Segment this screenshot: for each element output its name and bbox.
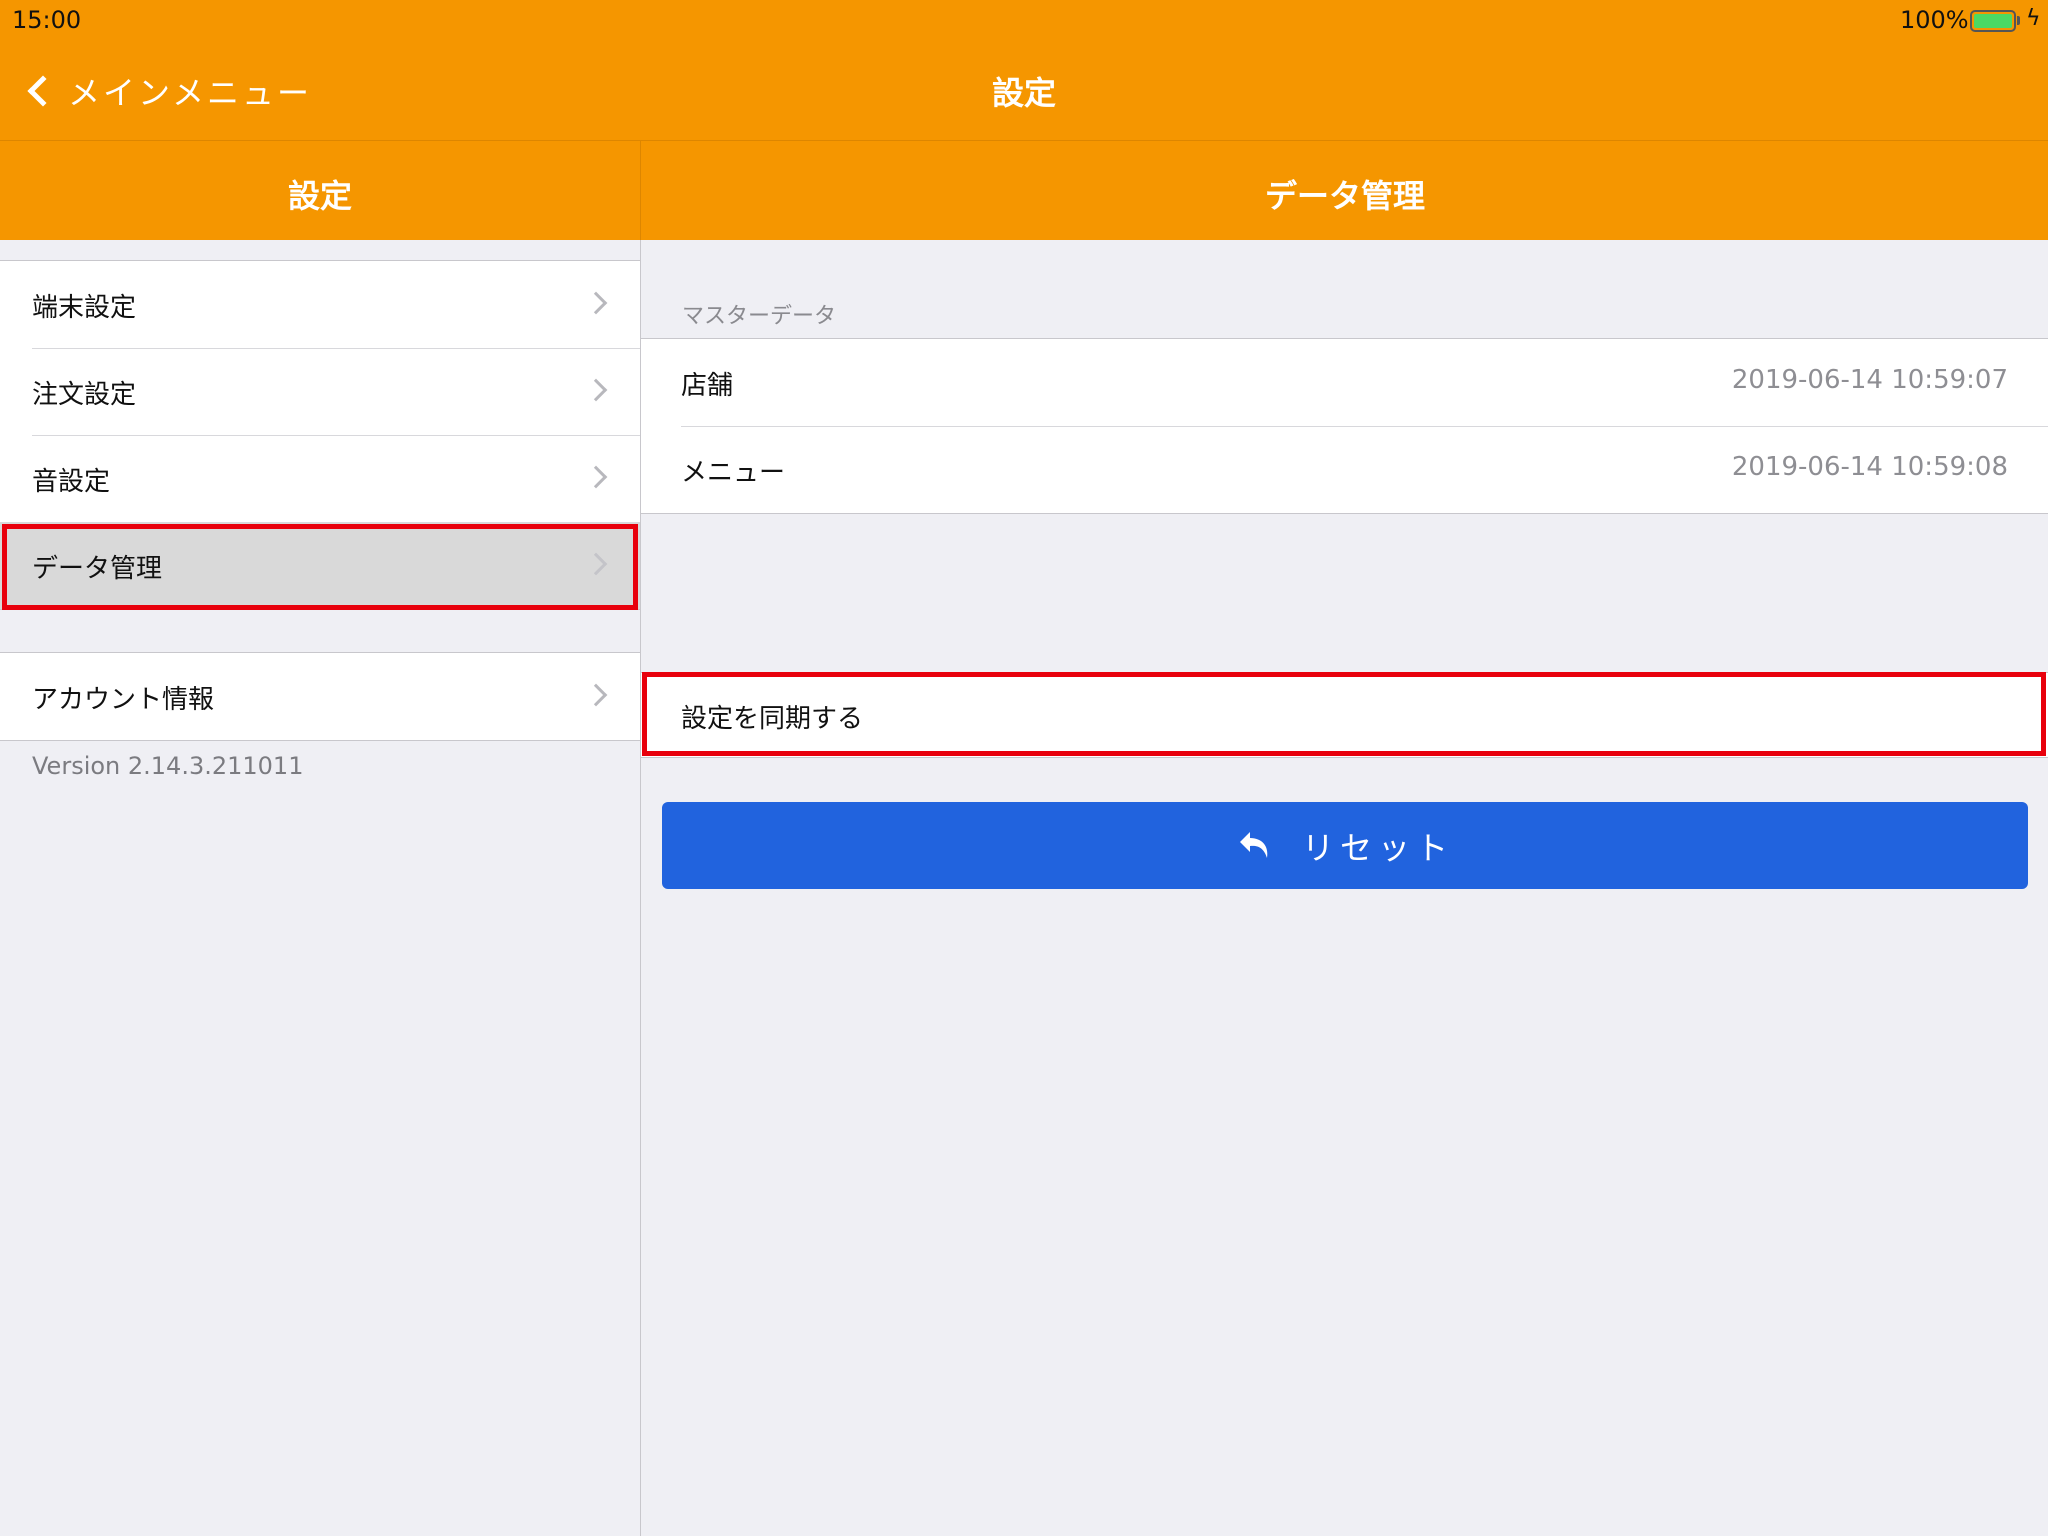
menu-item-account-info[interactable]: アカウント情報 — [0, 653, 640, 740]
right-panel-title: データ管理 — [1264, 177, 1425, 215]
battery-nub — [2017, 16, 2020, 25]
chevron-right-icon — [584, 683, 608, 707]
settings-menu-list: 端末設定 注文設定 音設定 データ管理 — [0, 260, 640, 610]
navigation-bar: 15:00 100% ϟ メインメニュー 設定 — [0, 0, 2048, 140]
undo-icon — [1239, 831, 1268, 858]
menu-item-label: 注文設定 — [32, 380, 137, 410]
chevron-right-icon — [584, 291, 608, 315]
row-timestamp: 2019-06-14 10:59:08 — [1731, 452, 2008, 482]
master-data-row-store: 店舗 2019-06-14 10:59:07 — [641, 339, 2048, 426]
chevron-right-icon — [584, 552, 608, 576]
battery-icon — [1970, 10, 2016, 32]
menu-item-label: データ管理 — [32, 554, 163, 584]
reset-label: リセット — [1301, 828, 1454, 867]
version-text: Version 2.14.3.211011 — [32, 752, 304, 780]
master-data-header: マスターデータ — [682, 304, 837, 329]
nav-title: 設定 — [991, 74, 1056, 112]
app-frame: 15:00 100% ϟ メインメニュー 設定 設定 データ管理 端末設定 注文… — [0, 0, 2048, 1536]
menu-item-label: アカウント情報 — [32, 685, 215, 715]
bolt-icon: ϟ — [2026, 6, 2041, 31]
master-data-row-menu: メニュー 2019-06-14 10:59:08 — [641, 426, 2048, 513]
divider — [640, 141, 641, 240]
chevron-right-icon — [584, 465, 608, 489]
section-header-bar: 設定 データ管理 — [0, 141, 2048, 240]
chevron-right-icon — [584, 378, 608, 402]
menu-item-order-settings[interactable]: 注文設定 — [0, 348, 640, 435]
sync-settings-label: 設定を同期する — [681, 704, 864, 734]
battery-percent: 100% — [1900, 6, 1969, 34]
sync-settings-button[interactable]: 設定を同期する — [641, 672, 2048, 758]
menu-item-label: 端末設定 — [32, 293, 137, 323]
row-label: 店舗 — [681, 371, 734, 401]
row-timestamp: 2019-06-14 10:59:07 — [1731, 365, 2008, 395]
master-data-list: 店舗 2019-06-14 10:59:07 メニュー 2019-06-14 1… — [641, 338, 2048, 514]
menu-item-data-management[interactable]: データ管理 — [0, 522, 640, 609]
row-label: メニュー — [681, 458, 786, 488]
menu-item-terminal-settings[interactable]: 端末設定 — [0, 261, 640, 348]
account-list: アカウント情報 — [0, 652, 640, 741]
menu-item-sound-settings[interactable]: 音設定 — [0, 435, 640, 522]
menu-item-label: 音設定 — [32, 467, 111, 497]
reset-button[interactable]: リセット — [662, 802, 2028, 889]
battery-level — [1974, 14, 2012, 28]
status-time: 15:00 — [12, 6, 82, 34]
left-panel-title: 設定 — [287, 177, 352, 215]
